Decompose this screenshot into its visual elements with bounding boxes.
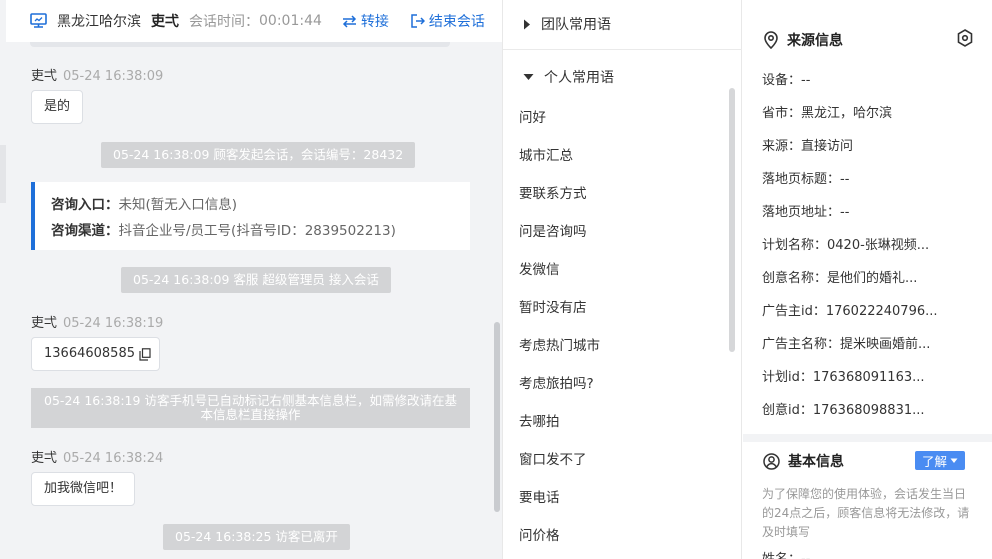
caret-right-icon <box>523 19 531 30</box>
phone-message-bubble[interactable]: 13664608585 <box>31 337 160 371</box>
info-panel: 来源信息 设备：-- 省市：黑龙江，哈尔滨 来源：直接访问 落地页标题：-- 落… <box>743 0 992 559</box>
message-bubble[interactable]: 是的 <box>31 90 84 124</box>
info-row: 省市：黑龙江，哈尔滨 <box>762 106 893 121</box>
phone-number: 13664608585 <box>44 346 135 361</box>
phrase-item[interactable]: 考虑旅拍吗? <box>519 372 594 392</box>
phrase-item[interactable]: 去哪拍 <box>519 410 560 430</box>
phrase-item[interactable]: 要电话 <box>519 486 560 506</box>
message-sender: 吏弌 05-24 16:38:09 <box>31 65 163 84</box>
settings-icon[interactable] <box>957 29 973 51</box>
phrase-item[interactable]: 城市汇总 <box>519 144 573 164</box>
phrases-panel: 团队常用语 个人常用语 问好 城市汇总 要联系方式 问是咨询吗 发微信 暂时没有… <box>502 0 742 559</box>
chat-panel: 黑龙江哈尔滨 吏弌 会话时间： 00:01:44 转接 结束会话 吏弌 05-24… <box>0 0 502 559</box>
header-shadow <box>30 42 450 47</box>
entry-row: 咨询入口：未知(暂无入口信息) <box>51 192 470 218</box>
info-row: 落地页地址：-- <box>762 205 850 220</box>
team-phrases-label: 团队常用语 <box>541 17 611 33</box>
caret-down-icon <box>523 73 534 81</box>
message-bubble[interactable]: 加我微信吧！ <box>31 472 136 506</box>
phrase-item[interactable]: 问好 <box>519 106 546 126</box>
copy-icon[interactable] <box>139 347 151 361</box>
system-message-line: 05-24 16:38:19 访客手机号已自动标记右侧基本信息栏，如需修改请在基 <box>44 393 457 408</box>
transfer-button[interactable]: 转接 <box>342 11 389 31</box>
location-pin-icon <box>764 31 778 49</box>
session-time-label: 会话时间： <box>189 14 259 30</box>
visitor-location: 黑龙江哈尔滨 <box>57 14 141 30</box>
transfer-icon <box>342 14 356 28</box>
source-info-label: 来源信息 <box>787 33 843 49</box>
sender-name: 吏弌 <box>31 451 58 466</box>
channel-value: 抖音企业号/员工号(抖音号ID：2839502213) <box>118 223 396 239</box>
info-row: 计划名称：0420-张琳视频... <box>762 238 930 253</box>
personal-phrases-label: 个人常用语 <box>544 70 614 86</box>
phrase-item[interactable]: 考虑热门城市 <box>519 334 600 354</box>
phrase-item[interactable]: 问价格 <box>519 524 560 544</box>
sender-time: 05-24 16:38:09 <box>63 69 164 84</box>
channel-row: 咨询渠道：抖音企业号/员工号(抖音号ID：2839502213) <box>51 218 470 244</box>
message-sender: 吏弌 05-24 16:38:24 <box>31 447 163 466</box>
personal-phrases-group[interactable]: 个人常用语 <box>503 53 742 101</box>
info-row: 落地页标题：-- <box>762 172 850 187</box>
system-message-line: 本信息栏直接操作 <box>200 407 301 422</box>
channel-label: 咨询渠道： <box>51 223 119 239</box>
visitor-name: 吏弌 <box>151 14 179 30</box>
info-row: 广告主id：176022240796... <box>762 304 938 319</box>
end-session-button[interactable]: 结束会话 <box>411 11 485 31</box>
system-message: 05-24 16:38:09 顾客发起会话，会话编号：28432 <box>101 142 416 168</box>
side-edge <box>0 145 6 203</box>
team-phrases-group[interactable]: 团队常用语 <box>503 0 742 48</box>
end-session-label: 结束会话 <box>428 14 485 30</box>
chat-header: 黑龙江哈尔滨 吏弌 会话时间： 00:01:44 转接 结束会话 <box>6 0 502 42</box>
info-row: 计划id：176368091163... <box>762 370 925 385</box>
entry-info-card: 咨询入口：未知(暂无入口信息) 咨询渠道：抖音企业号/员工号(抖音号ID：283… <box>31 182 470 250</box>
basic-info-label: 基本信息 <box>788 454 844 470</box>
phrase-item[interactable]: 要联系方式 <box>519 182 587 202</box>
system-message: 05-24 16:38:19 访客手机号已自动标记右侧基本信息栏，如需修改请在基… <box>31 388 470 428</box>
phrase-item[interactable]: 问是咨询吗 <box>519 220 587 240</box>
entry-value: 未知(暂无入口信息) <box>118 197 238 213</box>
section-separator <box>743 434 992 442</box>
phrase-item[interactable]: 窗口发不了 <box>519 448 587 468</box>
info-row: 设备：-- <box>762 73 811 88</box>
phrase-item[interactable]: 暂时没有店 <box>519 296 587 316</box>
chat-scrollbar[interactable] <box>494 322 500 512</box>
system-message: 05-24 16:38:25 访客已离开 <box>163 524 350 550</box>
info-note: 为了保障您的使用体验，会话发生当日的24点之后，顾客信息将无法修改，请及时填写 <box>762 487 970 539</box>
source-info-title: 来源信息 <box>763 30 843 50</box>
info-row: 姓名：-- <box>762 548 810 559</box>
info-row: 创意名称：是他们的婚礼... <box>762 271 918 286</box>
basic-info-title: 基本信息 <box>763 451 844 471</box>
phrase-item[interactable]: 发微信 <box>519 258 560 278</box>
sender-time: 05-24 16:38:19 <box>63 316 164 331</box>
exit-icon <box>411 14 425 28</box>
sender-name: 吏弌 <box>31 316 58 331</box>
info-row: 广告主名称：提米映画婚前... <box>762 337 931 352</box>
sender-time: 05-24 16:38:24 <box>63 451 164 466</box>
message-sender: 吏弌 05-24 16:38:19 <box>31 312 163 331</box>
transfer-label: 转接 <box>360 14 389 30</box>
session-time: 00:01:44 <box>259 13 322 29</box>
learn-more-label: 了解 <box>921 454 947 469</box>
entry-label: 咨询入口： <box>51 197 119 213</box>
divider <box>503 49 742 50</box>
user-icon <box>763 452 780 470</box>
phrases-scrollbar[interactable] <box>729 88 735 352</box>
info-row: 来源：直接访问 <box>762 139 854 154</box>
caret-down-icon <box>950 458 958 463</box>
sender-name: 吏弌 <box>31 69 58 84</box>
learn-more-button[interactable]: 了解 <box>915 451 965 470</box>
monitor-icon <box>30 12 47 30</box>
info-row: 创意id：176368098831... <box>762 403 925 418</box>
system-message: 05-24 16:38:09 客服 超级管理员 接入会话 <box>121 267 391 293</box>
